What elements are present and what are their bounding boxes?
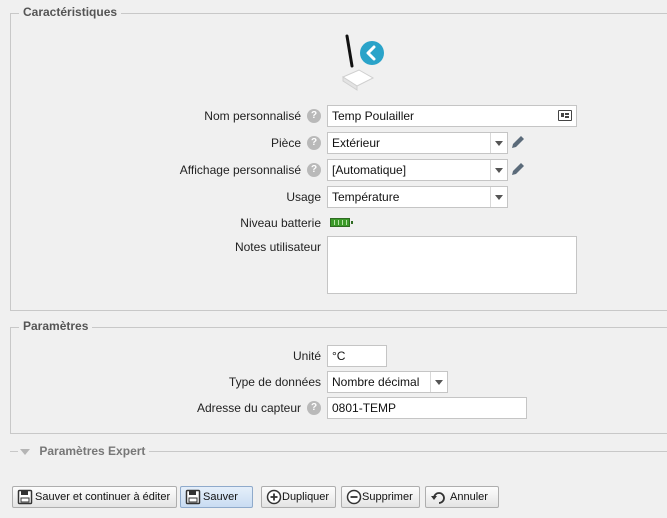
- data-type-label: Type de données: [228, 375, 321, 389]
- add-circle-icon: [266, 489, 282, 505]
- address-row: Adresse du capteur ? 0801-TEMP: [11, 397, 667, 419]
- characteristics-section: Caractéristiques Nom personnalisé ? Temp…: [10, 5, 667, 311]
- name-label: Nom personnalisé: [204, 109, 301, 123]
- usage-row: Usage Température: [11, 186, 667, 208]
- undo-icon: [430, 489, 446, 505]
- back-icon[interactable]: [360, 41, 384, 65]
- display-select[interactable]: [Automatique]: [327, 159, 508, 181]
- expert-section[interactable]: Paramètres Expert: [10, 443, 667, 459]
- notes-label: Notes utilisateur: [234, 240, 321, 254]
- data-type-row: Type de données Nombre décimal: [11, 371, 667, 393]
- data-type-value: Nombre décimal: [332, 375, 420, 389]
- unit-label: Unité: [292, 349, 321, 363]
- save-continue-button[interactable]: Sauver et continuer à éditer: [12, 486, 178, 508]
- unit-input[interactable]: °C: [327, 345, 387, 367]
- usage-value: Température: [332, 190, 400, 204]
- address-input[interactable]: 0801-TEMP: [327, 397, 527, 419]
- duplicate-label: Dupliquer: [282, 491, 330, 503]
- expert-legend: Paramètres Expert: [39, 444, 146, 458]
- save-icon: [185, 489, 201, 505]
- notes-row: Notes utilisateur: [11, 236, 667, 296]
- delete-button[interactable]: Supprimer: [341, 486, 420, 508]
- address-label: Adresse du capteur: [196, 401, 301, 415]
- room-label: Pièce: [270, 136, 301, 150]
- chevron-down-icon[interactable]: [490, 133, 507, 153]
- room-select[interactable]: Extérieur: [327, 132, 508, 154]
- cancel-label: Annuler: [450, 491, 488, 503]
- chevron-down-icon[interactable]: [490, 160, 507, 180]
- save-button[interactable]: Sauver: [180, 486, 253, 508]
- usage-select[interactable]: Température: [327, 186, 508, 208]
- help-icon[interactable]: ?: [307, 401, 321, 415]
- chevron-down-icon[interactable]: [490, 187, 507, 207]
- edit-pencil-icon[interactable]: [510, 161, 526, 177]
- edit-pencil-icon[interactable]: [510, 134, 526, 150]
- save-icon: [17, 489, 33, 505]
- name-input[interactable]: Temp Poulailler: [327, 105, 577, 127]
- name-value: Temp Poulailler: [332, 109, 415, 123]
- help-icon[interactable]: ?: [307, 109, 321, 123]
- unit-value: °C: [332, 349, 346, 363]
- save-continue-label: Sauver et continuer à éditer: [35, 491, 171, 503]
- duplicate-button[interactable]: Dupliquer: [261, 486, 337, 508]
- battery-icon: [330, 218, 353, 227]
- characteristics-legend: Caractéristiques: [19, 5, 122, 19]
- unit-row: Unité °C: [11, 345, 667, 367]
- parameters-section: Paramètres Unité °C Type de données Nomb…: [10, 319, 667, 434]
- chevron-down-icon[interactable]: [430, 372, 447, 392]
- save-label: Sauver: [203, 491, 238, 503]
- chevron-down-icon[interactable]: [20, 448, 30, 455]
- cancel-button[interactable]: Annuler: [425, 486, 499, 508]
- delete-label: Supprimer: [362, 491, 413, 503]
- usage-label: Usage: [286, 190, 321, 204]
- device-edit-page: { "characteristics": { "legend": "Caract…: [0, 0, 667, 518]
- battery-label: Niveau batterie: [240, 216, 321, 230]
- display-value: [Automatique]: [332, 163, 407, 177]
- help-icon[interactable]: ?: [307, 136, 321, 150]
- display-row: Affichage personnalisé ? [Automatique]: [11, 159, 667, 181]
- display-label: Affichage personnalisé: [179, 163, 301, 177]
- data-type-select[interactable]: Nombre décimal: [327, 371, 448, 393]
- help-icon[interactable]: ?: [307, 163, 321, 177]
- contact-card-icon[interactable]: [558, 110, 572, 121]
- name-row: Nom personnalisé ? Temp Poulailler: [11, 105, 667, 127]
- parameters-legend: Paramètres: [19, 319, 93, 333]
- notes-textarea[interactable]: [327, 236, 577, 294]
- battery-row: Niveau batterie: [11, 212, 667, 234]
- room-row: Pièce ? Extérieur: [11, 132, 667, 154]
- remove-circle-icon: [346, 489, 362, 505]
- room-value: Extérieur: [332, 136, 381, 150]
- address-value: 0801-TEMP: [332, 401, 397, 415]
